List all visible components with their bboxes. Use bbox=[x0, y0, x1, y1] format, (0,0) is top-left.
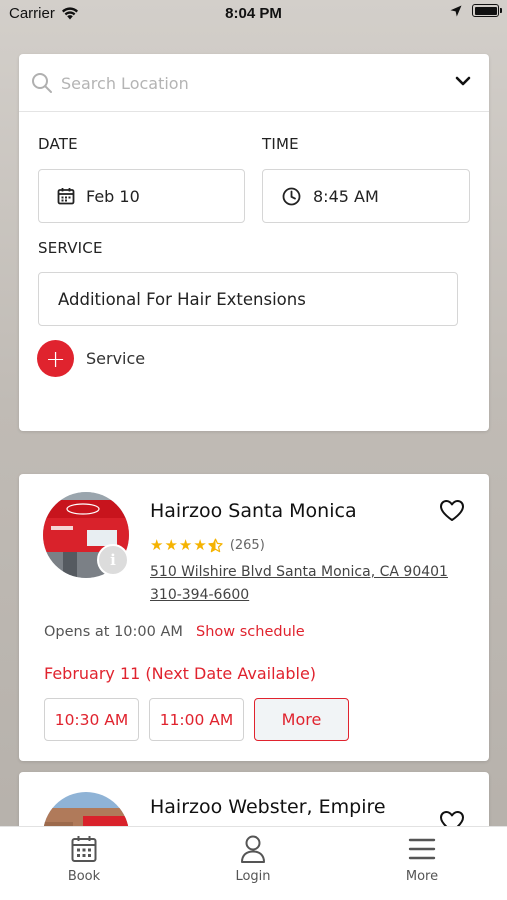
half-star-icon bbox=[208, 538, 223, 552]
add-service-label: Service bbox=[86, 349, 146, 368]
plus-icon: + bbox=[37, 340, 74, 377]
service-selector[interactable]: Additional For Hair Extensions bbox=[38, 272, 458, 326]
tab-book[interactable]: Book bbox=[34, 835, 134, 884]
salon-card[interactable]: i Hairzoo Santa Monica ★ ★ ★ ★ (265) 510… bbox=[19, 474, 489, 761]
search-icon bbox=[32, 73, 52, 93]
user-icon bbox=[241, 835, 265, 863]
time-picker[interactable]: 8:45 AM bbox=[262, 169, 470, 223]
booking-filter-card: DATE Feb 10 TIME 8:45 AM SERVICE Additio… bbox=[19, 54, 489, 431]
location-arrow-icon bbox=[450, 5, 462, 16]
star-icon: ★ bbox=[150, 536, 164, 554]
date-picker[interactable]: Feb 10 bbox=[38, 169, 245, 223]
add-service-button[interactable]: + Service bbox=[37, 340, 145, 377]
tab-book-label: Book bbox=[67, 869, 101, 884]
star-icon: ★ bbox=[164, 536, 178, 554]
salon-phone-link[interactable]: 310-394-6600 bbox=[150, 587, 249, 603]
rating-stars: ★ ★ ★ ★ (265) bbox=[150, 536, 265, 554]
tab-login-label: Login bbox=[235, 869, 271, 884]
tab-more[interactable]: More bbox=[372, 835, 472, 884]
tab-more-label: More bbox=[405, 869, 439, 884]
opening-time: Opens at 10:00 AM bbox=[44, 624, 183, 640]
menu-icon bbox=[408, 838, 436, 860]
salon-name[interactable]: Hairzoo Santa Monica bbox=[150, 500, 357, 522]
time-slot-button[interactable]: 11:00 AM bbox=[149, 698, 244, 741]
status-time: 8:04 PM bbox=[225, 5, 282, 22]
next-available-date: February 11 (Next Date Available) bbox=[44, 664, 317, 683]
chevron-down-icon[interactable] bbox=[455, 76, 471, 87]
salon-name[interactable]: Hairzoo Webster, Empire bbox=[150, 796, 386, 818]
date-label: DATE bbox=[38, 135, 78, 153]
calendar-icon bbox=[57, 188, 75, 205]
bottom-tab-bar: Book Login More bbox=[0, 826, 507, 900]
show-schedule-link[interactable]: Show schedule bbox=[196, 624, 305, 640]
star-icon: ★ bbox=[178, 536, 193, 554]
time-label: TIME bbox=[262, 135, 299, 153]
status-bar: Carrier 8:04 PM bbox=[0, 0, 507, 28]
heart-icon[interactable] bbox=[439, 499, 465, 522]
info-icon[interactable]: i bbox=[97, 544, 129, 576]
battery-icon bbox=[472, 4, 502, 17]
search-location-input[interactable] bbox=[61, 66, 441, 100]
date-value: Feb 10 bbox=[86, 186, 140, 206]
calendar-icon bbox=[71, 836, 97, 862]
star-icon: ★ bbox=[193, 536, 207, 554]
rating-count: (265) bbox=[229, 537, 265, 553]
service-label: SERVICE bbox=[38, 239, 103, 257]
salon-address-link[interactable]: 510 Wilshire Blvd Santa Monica, CA 90401 bbox=[150, 564, 448, 580]
service-value: Additional For Hair Extensions bbox=[58, 289, 306, 309]
time-value: 8:45 AM bbox=[313, 186, 379, 206]
clock-icon bbox=[282, 187, 301, 205]
tab-login[interactable]: Login bbox=[203, 835, 303, 884]
time-slot-button[interactable]: 10:30 AM bbox=[44, 698, 139, 741]
location-search-row[interactable] bbox=[19, 54, 489, 112]
more-slots-button[interactable]: More bbox=[254, 698, 349, 741]
